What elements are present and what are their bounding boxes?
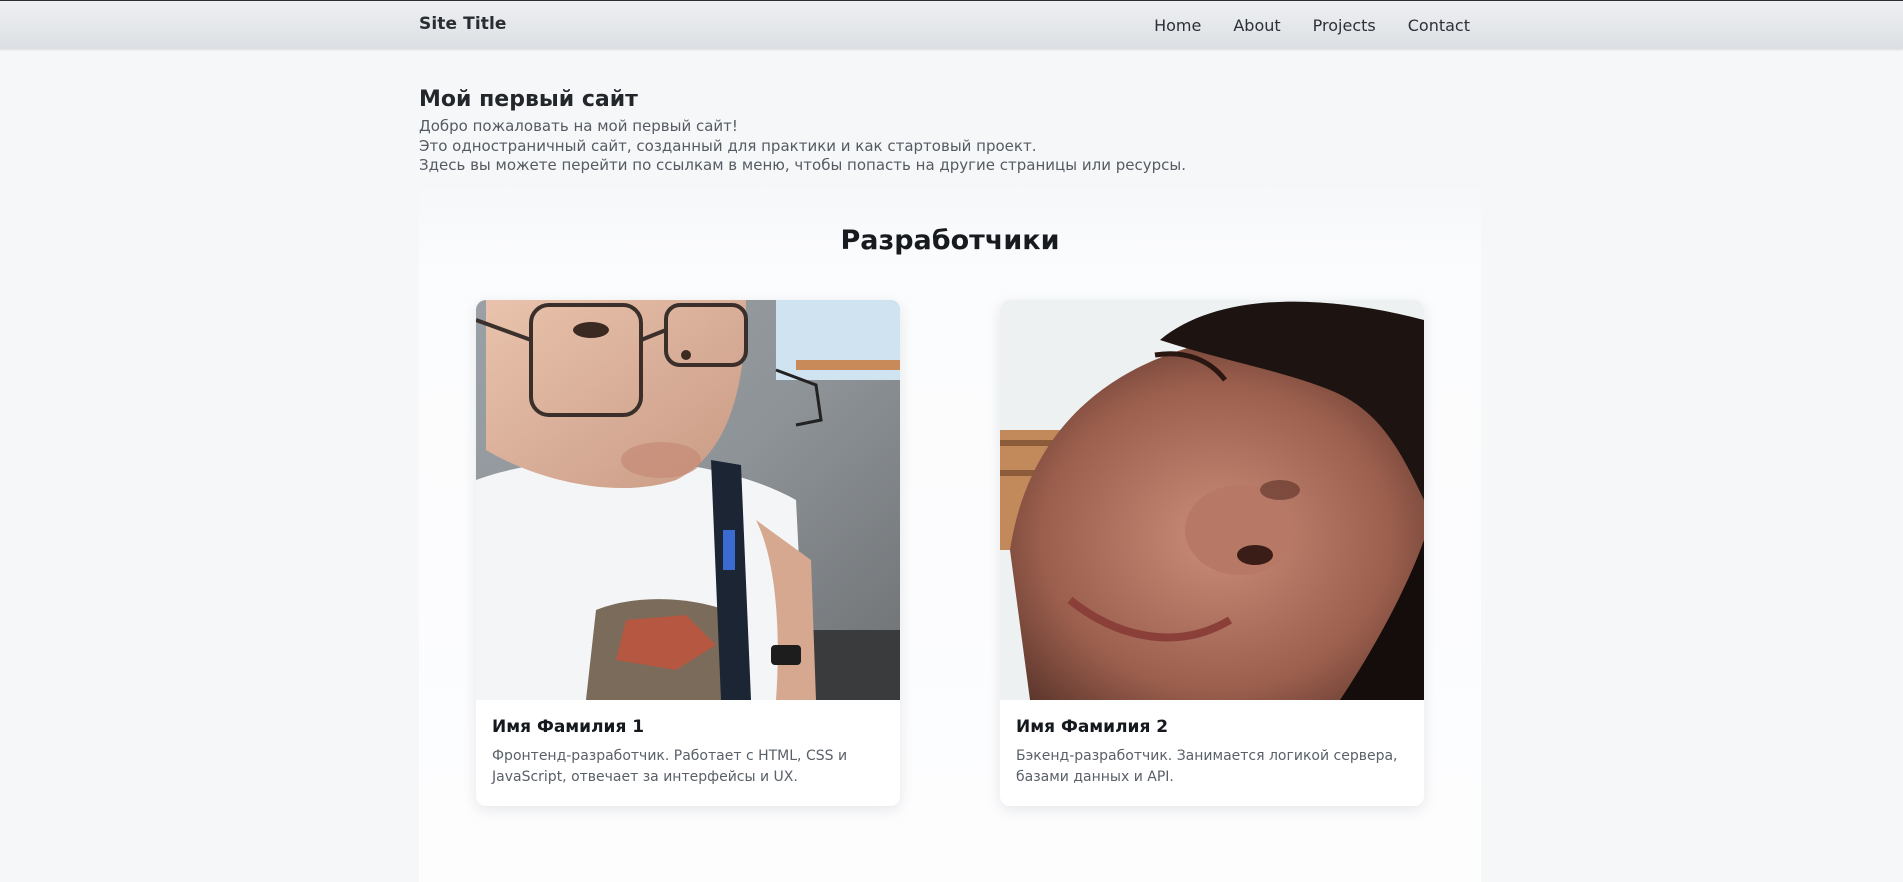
nav-link-home[interactable]: Home: [1154, 16, 1201, 35]
intro-line-3: Здесь вы можете перейти по ссылкам в мен…: [419, 156, 1186, 174]
site-title-link[interactable]: Site Title: [419, 14, 507, 34]
intro-section: Мой первый сайт Добро пожаловать на мой …: [419, 85, 1479, 176]
developer-description-2: Бэкенд-разработчик. Занимается логикой с…: [1016, 748, 1398, 785]
developer-card-1: Имя Фамилия 1 Фронтенд-разработчик. Рабо…: [476, 300, 900, 806]
nav-link-about[interactable]: About: [1233, 16, 1280, 35]
page-title: Мой первый сайт: [419, 87, 638, 112]
developer-card-2: Имя Фамилия 2 Бэкенд-разработчик. Занима…: [1000, 300, 1424, 806]
developers-section: Разработчики Имя Фамилия 1 Фронтенд-разр…: [419, 182, 1481, 882]
developer-name-2: Имя Фамилия 2: [1016, 717, 1169, 737]
intro-text: Добро пожаловать на мой первый сайт! Это…: [419, 117, 1479, 176]
intro-line-1: Добро пожаловать на мой первый сайт!: [419, 117, 738, 135]
developer-name-1: Имя Фамилия 1: [492, 717, 645, 737]
nav-link-projects[interactable]: Projects: [1313, 16, 1376, 35]
main-nav: Home About Projects Contact: [1122, 16, 1470, 35]
developer-photo-1: [476, 300, 900, 700]
site-header: Site Title Home About Projects Contact: [0, 0, 1903, 49]
developer-description-1: Фронтенд-разработчик. Работает с HTML, C…: [492, 748, 848, 785]
developers-heading: Разработчики: [840, 225, 1060, 256]
intro-line-2: Это одностраничный сайт, созданный для п…: [419, 136, 1037, 155]
nav-link-contact[interactable]: Contact: [1408, 16, 1470, 35]
developer-photo-2: [1000, 300, 1424, 700]
